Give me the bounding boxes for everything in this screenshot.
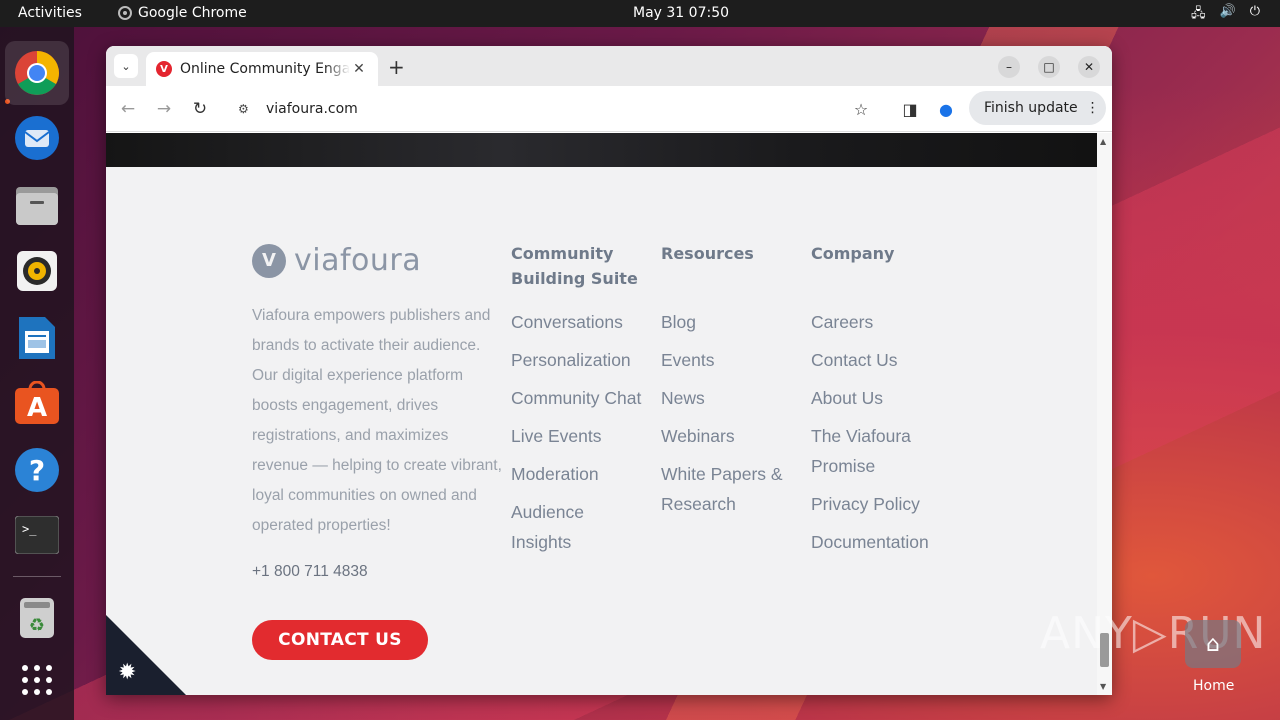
terminal-icon: >_ xyxy=(15,516,59,554)
maximize-button[interactable]: □ xyxy=(1038,56,1060,78)
dock-thunderbird[interactable] xyxy=(12,113,62,163)
dock: A ? >_ ♻ xyxy=(0,27,74,720)
footer-link-audience-insights[interactable]: Audience Insights xyxy=(511,497,601,557)
volume-icon: 🔊 xyxy=(1219,4,1236,19)
dock-separator xyxy=(13,576,61,577)
phone-number[interactable]: +1 800 711 4838 xyxy=(252,563,368,581)
footer-link-contact-us[interactable]: Contact Us xyxy=(811,345,951,375)
viafoura-logo[interactable]: V viafoura xyxy=(252,243,421,278)
svg-text:>_: >_ xyxy=(22,522,37,536)
tab-active[interactable]: V Online Community Engagement ✕ xyxy=(146,52,378,86)
dock-help[interactable]: ? xyxy=(12,445,62,495)
address-bar[interactable]: ⚙ viafoura.com xyxy=(224,92,884,126)
scroll-down-arrow-icon[interactable]: ▼ xyxy=(1100,682,1106,691)
network-icon: 🖧 xyxy=(1191,6,1206,21)
footer-link-white-papers[interactable]: White Papers & Research xyxy=(661,459,796,519)
footer-column-community: Community Building Suite Conversations P… xyxy=(511,241,651,565)
footer-column-company: Company Careers Contact Us About Us The … xyxy=(811,241,951,565)
dock-app-center[interactable]: A xyxy=(12,379,62,429)
column-heading: Community Building Suite xyxy=(511,244,638,288)
dock-writer[interactable] xyxy=(12,313,62,363)
activities-button[interactable]: Activities xyxy=(18,5,82,21)
tab-search-button[interactable]: ⌄ xyxy=(114,54,138,78)
bookmark-star-icon[interactable]: ☆ xyxy=(850,98,872,120)
system-tray[interactable]: 🖧 🔊 ⏻ xyxy=(1191,4,1260,26)
footer-link-about-us[interactable]: About Us xyxy=(811,383,951,413)
home-folder-label: Home xyxy=(1193,678,1235,694)
dock-files[interactable] xyxy=(12,180,62,230)
dock-rhythmbox[interactable] xyxy=(12,246,62,296)
svg-text:?: ? xyxy=(29,454,45,487)
column-heading: Company xyxy=(811,244,895,263)
page-viewport: V viafoura Viafoura empowers publishers … xyxy=(106,133,1097,695)
footer-link-documentation[interactable]: Documentation xyxy=(811,527,951,557)
power-icon: ⏻ xyxy=(1249,4,1260,19)
tab-close-icon[interactable]: ✕ xyxy=(350,61,368,77)
footer-link-blog[interactable]: Blog xyxy=(661,307,801,337)
side-panel-icon[interactable]: ◨ xyxy=(899,98,921,120)
footer-link-live-events[interactable]: Live Events xyxy=(511,421,651,451)
reload-button[interactable]: ↻ xyxy=(189,98,211,120)
column-heading: Resources xyxy=(661,244,754,263)
url-text: viafoura.com xyxy=(266,101,358,117)
app-center-icon: A xyxy=(15,381,59,424)
dock-chrome[interactable] xyxy=(5,41,69,105)
footer-link-moderation[interactable]: Moderation xyxy=(511,459,651,489)
dock-terminal[interactable]: >_ xyxy=(12,510,62,560)
footer-link-conversations[interactable]: Conversations xyxy=(511,307,651,337)
app-name: Google Chrome xyxy=(138,5,247,21)
app-indicator[interactable]: Google Chrome xyxy=(118,5,247,21)
trash-icon: ♻ xyxy=(20,598,54,638)
logo-wordmark: viafoura xyxy=(294,243,422,278)
svg-text:♻: ♻ xyxy=(29,615,45,636)
footer-link-privacy-policy[interactable]: Privacy Policy xyxy=(811,489,951,519)
show-apps-icon xyxy=(22,665,52,695)
home-folder-icon[interactable]: ⌂ xyxy=(1185,620,1241,668)
cookie-settings-button[interactable]: ✹ xyxy=(106,615,186,695)
viafoura-logo-icon: V xyxy=(252,243,286,278)
close-window-button[interactable]: ✕ xyxy=(1078,56,1100,78)
rhythmbox-icon xyxy=(17,251,57,291)
top-bar: Activities Google Chrome May 31 07:50 🖧 … xyxy=(0,0,1280,27)
profile-icon[interactable]: ● xyxy=(935,98,957,120)
footer-link-careers[interactable]: Careers xyxy=(811,307,951,337)
back-button[interactable]: ← xyxy=(117,98,139,120)
finish-update-button[interactable]: Finish update ⋮ xyxy=(969,91,1106,125)
thunderbird-icon xyxy=(15,116,59,160)
tab-title: Online Community Engagement xyxy=(180,61,350,77)
viafoura-favicon-icon: V xyxy=(156,61,172,77)
finish-update-label: Finish update xyxy=(984,100,1078,116)
chrome-small-icon xyxy=(118,6,132,20)
dock-trash[interactable]: ♻ xyxy=(12,593,62,643)
footer-column-resources: Resources Blog Events News Webinars Whit… xyxy=(661,241,801,527)
footer-link-viafoura-promise[interactable]: The Viafoura Promise xyxy=(811,421,931,481)
chrome-icon xyxy=(15,51,59,95)
footer-link-personalization[interactable]: Personalization xyxy=(511,345,651,375)
clock[interactable]: May 31 07:50 xyxy=(633,5,729,21)
footer-link-events[interactable]: Events xyxy=(661,345,801,375)
hero-image-strip xyxy=(106,133,1097,167)
forward-button[interactable]: → xyxy=(153,98,175,120)
files-icon xyxy=(16,187,58,225)
browser-toolbar: ← → ↻ ⚙ viafoura.com ☆ ◨ ● Finish update… xyxy=(106,86,1112,132)
libreoffice-writer-icon xyxy=(19,317,55,359)
dock-show-apps[interactable] xyxy=(12,655,62,705)
minimize-button[interactable]: – xyxy=(998,56,1020,78)
new-tab-button[interactable]: + xyxy=(388,55,405,79)
tab-strip: ⌄ V Online Community Engagement ✕ + – □ … xyxy=(106,46,1112,86)
svg-text:A: A xyxy=(27,393,47,423)
menu-dots-icon: ⋮ xyxy=(1085,100,1100,116)
footer-link-community-chat[interactable]: Community Chat xyxy=(511,383,651,413)
scroll-up-arrow-icon[interactable]: ▲ xyxy=(1100,137,1106,146)
chevron-down-icon: ⌄ xyxy=(121,59,131,73)
footer-link-webinars[interactable]: Webinars xyxy=(661,421,801,451)
browser-window: ⌄ V Online Community Engagement ✕ + – □ … xyxy=(106,46,1112,695)
contact-us-button[interactable]: CONTACT US xyxy=(252,620,428,660)
site-info-icon[interactable]: ⚙ xyxy=(238,102,254,116)
about-text: Viafoura empowers publishers and brands … xyxy=(252,307,502,534)
footer-link-news[interactable]: News xyxy=(661,383,801,413)
gear-icon: ✹ xyxy=(118,660,137,685)
help-icon: ? xyxy=(15,448,59,492)
